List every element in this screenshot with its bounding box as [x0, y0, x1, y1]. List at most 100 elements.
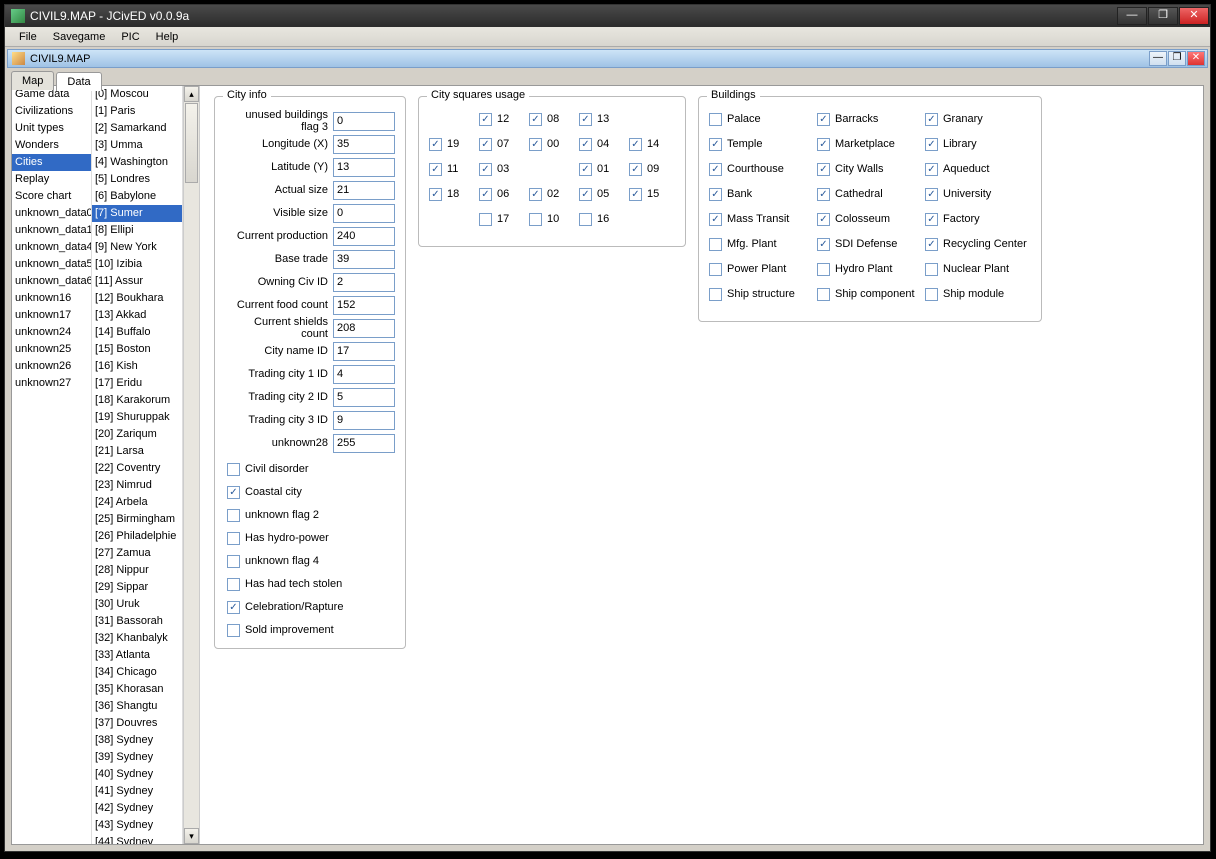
- category-item[interactable]: Cities: [12, 154, 91, 171]
- city-item[interactable]: [42] Sydney: [92, 800, 182, 817]
- city-item[interactable]: [16] Kish: [92, 358, 182, 375]
- city-item[interactable]: [24] Arbela: [92, 494, 182, 511]
- city-item[interactable]: [31] Bassorah: [92, 613, 182, 630]
- field-input[interactable]: [333, 319, 395, 338]
- tab-map[interactable]: Map: [11, 71, 54, 90]
- titlebar[interactable]: CIVIL9.MAP - JCivED v0.0.9a — ❐ ✕: [5, 5, 1210, 27]
- building-checkbox[interactable]: Colosseum: [817, 211, 925, 227]
- flag-checkbox[interactable]: Celebration/Rapture: [227, 599, 395, 615]
- city-item[interactable]: [7] Sumer: [92, 205, 182, 222]
- building-checkbox[interactable]: Aqueduct: [925, 161, 1033, 177]
- building-checkbox[interactable]: Power Plant: [709, 261, 817, 277]
- city-item[interactable]: [19] Shuruppak: [92, 409, 182, 426]
- category-item[interactable]: unknown24: [12, 324, 91, 341]
- category-item[interactable]: unknown_data4: [12, 239, 91, 256]
- building-checkbox[interactable]: Ship structure: [709, 286, 817, 302]
- city-item[interactable]: [28] Nippur: [92, 562, 182, 579]
- menu-pic[interactable]: PIC: [113, 29, 147, 45]
- building-checkbox[interactable]: Cathedral: [817, 186, 925, 202]
- city-item[interactable]: [32] Khanbalyk: [92, 630, 182, 647]
- square-checkbox[interactable]: 03: [479, 161, 527, 177]
- city-item[interactable]: [3] Umma: [92, 137, 182, 154]
- flag-checkbox[interactable]: Has hydro-power: [227, 530, 395, 546]
- city-item[interactable]: [43] Sydney: [92, 817, 182, 834]
- sub-minimize-button[interactable]: —: [1149, 51, 1167, 66]
- square-checkbox[interactable]: 01: [579, 161, 627, 177]
- flag-checkbox[interactable]: unknown flag 2: [227, 507, 395, 523]
- building-checkbox[interactable]: SDI Defense: [817, 236, 925, 252]
- square-checkbox[interactable]: 06: [479, 186, 527, 202]
- city-item[interactable]: [13] Akkad: [92, 307, 182, 324]
- flag-checkbox[interactable]: Sold improvement: [227, 622, 395, 638]
- building-checkbox[interactable]: Ship component: [817, 286, 925, 302]
- field-input[interactable]: [333, 365, 395, 384]
- scroll-down-button[interactable]: ▾: [184, 828, 199, 844]
- field-input[interactable]: [333, 250, 395, 269]
- building-checkbox[interactable]: Hydro Plant: [817, 261, 925, 277]
- city-item[interactable]: [40] Sydney: [92, 766, 182, 783]
- flag-checkbox[interactable]: Coastal city: [227, 484, 395, 500]
- square-checkbox[interactable]: 14: [629, 136, 677, 152]
- city-item[interactable]: [44] Sydney: [92, 834, 182, 844]
- category-item[interactable]: unknown_data5: [12, 256, 91, 273]
- square-checkbox[interactable]: 09: [629, 161, 677, 177]
- field-input[interactable]: [333, 434, 395, 453]
- city-item[interactable]: [30] Uruk: [92, 596, 182, 613]
- city-item[interactable]: [15] Boston: [92, 341, 182, 358]
- city-item[interactable]: [39] Sydney: [92, 749, 182, 766]
- city-item[interactable]: [38] Sydney: [92, 732, 182, 749]
- category-item[interactable]: unknown_data6: [12, 273, 91, 290]
- city-item[interactable]: [1] Paris: [92, 103, 182, 120]
- field-input[interactable]: [333, 411, 395, 430]
- square-checkbox[interactable]: 05: [579, 186, 627, 202]
- building-checkbox[interactable]: Granary: [925, 111, 1033, 127]
- category-item[interactable]: Unit types: [12, 120, 91, 137]
- flag-checkbox[interactable]: unknown flag 4: [227, 553, 395, 569]
- square-checkbox[interactable]: 16: [579, 211, 627, 227]
- minimize-button[interactable]: —: [1117, 7, 1147, 25]
- city-item[interactable]: [18] Karakorum: [92, 392, 182, 409]
- building-checkbox[interactable]: Nuclear Plant: [925, 261, 1033, 277]
- city-item[interactable]: [8] Ellipi: [92, 222, 182, 239]
- category-item[interactable]: unknown16: [12, 290, 91, 307]
- building-checkbox[interactable]: Temple: [709, 136, 817, 152]
- building-checkbox[interactable]: Barracks: [817, 111, 925, 127]
- building-checkbox[interactable]: Courthouse: [709, 161, 817, 177]
- square-checkbox[interactable]: 17: [479, 211, 527, 227]
- city-item[interactable]: [21] Larsa: [92, 443, 182, 460]
- building-checkbox[interactable]: Mfg. Plant: [709, 236, 817, 252]
- city-item[interactable]: [27] Zamua: [92, 545, 182, 562]
- square-checkbox[interactable]: 04: [579, 136, 627, 152]
- city-item[interactable]: [36] Shangtu: [92, 698, 182, 715]
- city-item[interactable]: [33] Atlanta: [92, 647, 182, 664]
- category-item[interactable]: unknown25: [12, 341, 91, 358]
- city-item[interactable]: [26] Philadelphie: [92, 528, 182, 545]
- building-checkbox[interactable]: Bank: [709, 186, 817, 202]
- square-checkbox[interactable]: 02: [529, 186, 577, 202]
- category-list[interactable]: Game dataCivilizationsUnit typesWondersC…: [12, 86, 92, 844]
- square-checkbox[interactable]: 15: [629, 186, 677, 202]
- flag-checkbox[interactable]: Civil disorder: [227, 461, 395, 477]
- city-item[interactable]: [14] Buffalo: [92, 324, 182, 341]
- menu-help[interactable]: Help: [148, 29, 187, 45]
- square-checkbox[interactable]: 13: [579, 111, 627, 127]
- category-item[interactable]: Replay: [12, 171, 91, 188]
- close-button[interactable]: ✕: [1179, 7, 1209, 25]
- city-item[interactable]: [10] Izibia: [92, 256, 182, 273]
- category-item[interactable]: unknown_data1: [12, 222, 91, 239]
- city-item[interactable]: [25] Birmingham: [92, 511, 182, 528]
- square-checkbox[interactable]: 19: [429, 136, 477, 152]
- square-checkbox[interactable]: 00: [529, 136, 577, 152]
- field-input[interactable]: [333, 181, 395, 200]
- category-item[interactable]: unknown27: [12, 375, 91, 392]
- city-item[interactable]: [37] Douvres: [92, 715, 182, 732]
- field-input[interactable]: [333, 158, 395, 177]
- city-item[interactable]: [17] Eridu: [92, 375, 182, 392]
- city-item[interactable]: [29] Sippar: [92, 579, 182, 596]
- city-item[interactable]: [41] Sydney: [92, 783, 182, 800]
- city-item[interactable]: [11] Assur: [92, 273, 182, 290]
- square-checkbox[interactable]: 12: [479, 111, 527, 127]
- category-item[interactable]: Score chart: [12, 188, 91, 205]
- square-checkbox[interactable]: 11: [429, 161, 477, 177]
- square-checkbox[interactable]: 08: [529, 111, 577, 127]
